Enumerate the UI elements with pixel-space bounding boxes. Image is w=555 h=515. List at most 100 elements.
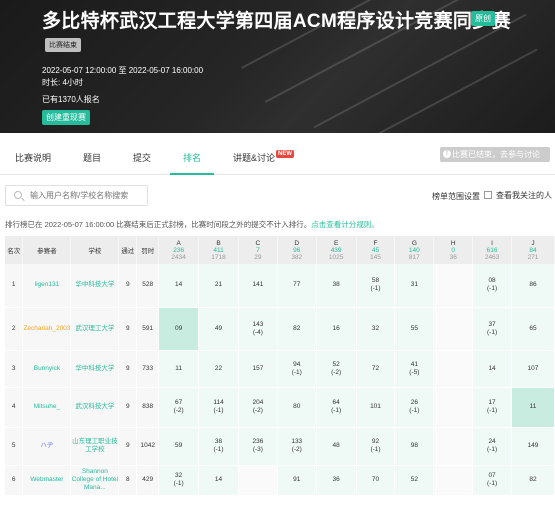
school-cell-text[interactable]: Shannon College of Hotel Mana... bbox=[72, 468, 118, 491]
problem-cell[interactable]: 17 (-1) bbox=[472, 387, 512, 428]
problem-cell[interactable]: 14 bbox=[158, 264, 200, 308]
problem-cell[interactable]: 32 (-1) bbox=[158, 465, 200, 496]
user-cell-text[interactable]: Mitsuhe_ bbox=[34, 403, 60, 410]
problem-cell[interactable]: 41 (-5) bbox=[394, 350, 435, 388]
problem-cell[interactable]: 26 (-1) bbox=[394, 387, 435, 428]
problem-cell[interactable]: 133 (-2) bbox=[277, 427, 317, 466]
problem-cell[interactable]: 14 bbox=[198, 465, 239, 496]
problem-cell[interactable]: 98 bbox=[394, 427, 435, 466]
header-problem[interactable]: J 84 271 bbox=[511, 236, 555, 264]
problem-cell[interactable]: 32 bbox=[356, 307, 396, 351]
problem-cell[interactable]: 09 bbox=[158, 307, 200, 351]
user-cell[interactable]: Mitsuhe_ bbox=[22, 387, 72, 428]
user-cell-text[interactable]: Bunnyick bbox=[34, 365, 60, 372]
header-problem[interactable]: H 0 36 bbox=[433, 236, 474, 264]
problem-cell[interactable]: 38 bbox=[316, 264, 357, 308]
follow-checkbox[interactable] bbox=[484, 191, 492, 199]
search-input[interactable] bbox=[30, 189, 145, 202]
problem-cell[interactable]: 37 (-1) bbox=[472, 307, 512, 351]
user-cell-text[interactable]: ハヂ bbox=[40, 442, 53, 449]
problem-cell[interactable]: 82 bbox=[277, 307, 317, 351]
problem-cell[interactable]: 72 bbox=[356, 350, 396, 388]
problem-cell[interactable]: 52 (-2) bbox=[316, 350, 357, 388]
school-cell-text[interactable]: 武汉科技大学 bbox=[75, 403, 114, 410]
user-cell[interactable]: Webmaster bbox=[22, 465, 72, 496]
tab-submissions[interactable]: 提交 bbox=[133, 151, 151, 164]
header-problem[interactable]: A 236 2434 bbox=[158, 236, 200, 264]
problem-cell[interactable]: 149 bbox=[511, 427, 555, 466]
problem-cell[interactable]: 107 bbox=[511, 350, 555, 388]
tab-problems[interactable]: 题目 bbox=[83, 151, 101, 164]
school-cell[interactable]: 武汉理工大学 bbox=[70, 307, 120, 351]
tab-ranking[interactable]: 排名 bbox=[183, 151, 201, 164]
problem-cell[interactable]: 07 (-1) bbox=[472, 465, 512, 496]
problem-cell[interactable]: 38 (-1) bbox=[198, 427, 239, 466]
header-problem[interactable]: F 45 145 bbox=[356, 236, 396, 264]
problem-cell[interactable]: 91 bbox=[277, 465, 317, 496]
scoring-rules-link[interactable]: 点击查看计分规则。 bbox=[311, 220, 379, 229]
problem-cell[interactable]: 58 (-1) bbox=[356, 264, 396, 308]
school-cell[interactable]: 武汉科技大学 bbox=[70, 387, 120, 428]
problem-cell[interactable]: 24 (-1) bbox=[472, 427, 512, 466]
problem-cell[interactable]: 114 (-1) bbox=[198, 387, 239, 428]
problem-cell[interactable]: 52 bbox=[394, 465, 435, 496]
problem-cell[interactable]: 70 bbox=[356, 465, 396, 496]
problem-cell[interactable]: 11 bbox=[158, 350, 200, 388]
range-setting-link[interactable]: 榜单范围设置 bbox=[432, 191, 480, 202]
user-cell-text[interactable]: Webmaster bbox=[30, 476, 63, 483]
school-cell-text[interactable]: 华中科技大学 bbox=[75, 281, 114, 288]
problem-cell[interactable]: 49 bbox=[198, 307, 239, 351]
header-problem[interactable]: C 7 29 bbox=[238, 236, 278, 264]
problem-cell[interactable]: 236 (-3) bbox=[238, 427, 278, 466]
school-cell-text[interactable]: 华中科技大学 bbox=[75, 365, 114, 372]
problem-cell[interactable]: 55 bbox=[394, 307, 435, 351]
user-cell[interactable]: Zechariah_2003 bbox=[22, 307, 72, 351]
problem-cell[interactable]: 86 bbox=[511, 264, 555, 308]
school-cell[interactable]: 山东理工职业技工学校 bbox=[70, 427, 120, 466]
problem-cell[interactable]: 11 bbox=[511, 387, 555, 428]
problem-cell[interactable]: 48 bbox=[316, 427, 357, 466]
problem-cell[interactable]: 64 (-1) bbox=[316, 387, 357, 428]
problem-cell[interactable]: 80 bbox=[277, 387, 317, 428]
header-problem[interactable]: E 439 1025 bbox=[316, 236, 357, 264]
problem-cell[interactable]: 77 bbox=[277, 264, 317, 308]
problem-cell[interactable]: 36 bbox=[316, 465, 357, 496]
problem-cell[interactable]: 67 (-2) bbox=[158, 387, 200, 428]
wrong-tries: (-1) bbox=[331, 407, 342, 414]
tab-discussion[interactable]: 讲题&讨论 bbox=[233, 151, 275, 164]
header-problem[interactable]: I 616 2463 bbox=[472, 236, 512, 264]
create-replay-button[interactable]: 创建重现赛 bbox=[42, 110, 90, 125]
problem-cell[interactable]: 94 (-1) bbox=[277, 350, 317, 388]
problem-cell[interactable]: 22 bbox=[198, 350, 239, 388]
problem-cell[interactable]: 141 bbox=[238, 264, 278, 308]
tab-description[interactable]: 比赛说明 bbox=[15, 151, 51, 164]
problem-cell[interactable]: 143 (-4) bbox=[238, 307, 278, 351]
problem-cell[interactable]: 14 bbox=[472, 350, 512, 388]
user-cell[interactable]: ligen131 bbox=[22, 264, 72, 308]
problem-cell[interactable]: 92 (-1) bbox=[356, 427, 396, 466]
school-cell[interactable]: 华中科技大学 bbox=[70, 264, 120, 308]
problem-cell[interactable]: 21 bbox=[198, 264, 239, 308]
user-cell[interactable]: ハヂ bbox=[22, 427, 72, 466]
header-problem[interactable]: G 140 817 bbox=[394, 236, 435, 264]
header-problem[interactable]: D 96 382 bbox=[277, 236, 317, 264]
problem-cell[interactable]: 31 bbox=[394, 264, 435, 308]
problem-cell[interactable]: 08 (-1) bbox=[472, 264, 512, 308]
problem-cell[interactable]: 101 bbox=[356, 387, 396, 428]
problem-cell[interactable]: 65 bbox=[511, 307, 555, 351]
header-problem[interactable]: B 411 1718 bbox=[198, 236, 239, 264]
user-cell-text[interactable]: ligen131 bbox=[35, 281, 60, 288]
school-cell[interactable]: Shannon College of Hotel Mana... bbox=[70, 465, 120, 496]
user-cell[interactable]: Bunnyick bbox=[22, 350, 72, 388]
school-cell[interactable]: 华中科技大学 bbox=[70, 350, 120, 388]
user-cell-text[interactable]: Zechariah_2003 bbox=[23, 325, 70, 332]
go-discuss-button[interactable]: ! 比赛已结束，去参与讨论 bbox=[440, 147, 550, 162]
school-cell-text[interactable]: 山东理工职业技工学校 bbox=[72, 438, 118, 453]
problem-cell[interactable]: 204 (-2) bbox=[238, 387, 278, 428]
problem-cell[interactable]: 157 bbox=[238, 350, 278, 388]
problem-cell[interactable]: 16 bbox=[316, 307, 357, 351]
school-cell-text[interactable]: 武汉理工大学 bbox=[75, 325, 114, 332]
problem-cell[interactable]: 59 bbox=[158, 427, 200, 466]
problem-cell[interactable]: 82 bbox=[511, 465, 555, 496]
follow-filter[interactable]: 查看我关注的人 bbox=[484, 190, 552, 201]
